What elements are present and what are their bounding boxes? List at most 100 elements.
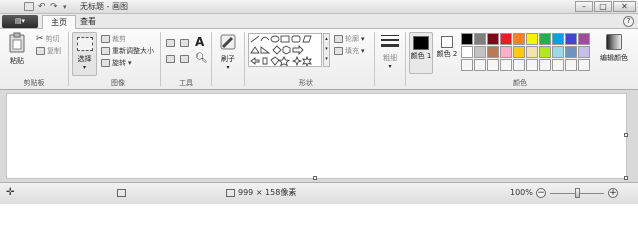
palette-swatch-empty[interactable] bbox=[513, 59, 525, 71]
zoom-in-button[interactable]: + bbox=[608, 188, 618, 198]
add-icon: ✛ bbox=[6, 187, 15, 198]
palette-swatch[interactable] bbox=[487, 46, 499, 58]
palette-swatch-empty[interactable] bbox=[461, 59, 473, 71]
resize-handle-right[interactable] bbox=[624, 133, 628, 137]
ribbon-separator bbox=[68, 32, 69, 86]
palette-swatch-empty[interactable] bbox=[500, 59, 512, 71]
save-icon[interactable] bbox=[24, 2, 34, 11]
palette-swatch-empty[interactable] bbox=[487, 59, 499, 71]
palette-swatch[interactable] bbox=[578, 33, 590, 45]
brushes-button[interactable]: 刷子 ▾ bbox=[215, 32, 241, 71]
palette-swatch-empty[interactable] bbox=[526, 59, 538, 71]
cut-button[interactable]: ✂ 剪切 bbox=[36, 34, 60, 44]
palette-swatch[interactable] bbox=[487, 33, 499, 45]
zoom-out-button[interactable]: − bbox=[536, 188, 546, 198]
resize-button[interactable]: 重新调整大小 bbox=[101, 46, 154, 56]
paste-button[interactable]: 粘贴 bbox=[6, 32, 28, 66]
tools-group-label: 工具 bbox=[179, 79, 193, 87]
tab-view[interactable]: 查看 bbox=[72, 15, 104, 29]
color2-button[interactable]: 颜色 2 bbox=[436, 32, 458, 59]
palette-swatch-empty[interactable] bbox=[539, 59, 551, 71]
resize-icon bbox=[101, 47, 110, 55]
palette-swatch-empty[interactable] bbox=[578, 59, 590, 71]
palette-swatch[interactable] bbox=[513, 33, 525, 45]
select-icon bbox=[76, 37, 93, 51]
palette-swatch[interactable] bbox=[474, 33, 486, 45]
resize-handle-bottom[interactable] bbox=[313, 176, 317, 180]
palette-swatch-empty[interactable] bbox=[565, 59, 577, 71]
drawing-canvas[interactable] bbox=[6, 93, 627, 179]
status-bar: ✛ 999 × 158像素 100% − + bbox=[0, 183, 638, 204]
palette-swatch[interactable] bbox=[578, 46, 590, 58]
edit-colors-button[interactable]: 编辑颜色 bbox=[596, 32, 632, 63]
crop-button[interactable]: 裁剪 bbox=[101, 34, 126, 44]
ribbon-separator bbox=[405, 32, 406, 86]
fill-button[interactable]: 填充 ▾ bbox=[334, 46, 365, 56]
size-button[interactable]: 粗细 ▾ bbox=[378, 33, 402, 70]
paste-icon bbox=[9, 32, 25, 53]
palette-swatch[interactable] bbox=[539, 33, 551, 45]
palette-swatch[interactable] bbox=[500, 46, 512, 58]
zoom-level: 100% bbox=[510, 188, 533, 197]
copy-button[interactable]: 复制 bbox=[36, 46, 61, 56]
palette-swatch[interactable] bbox=[474, 46, 486, 58]
title-bar: ↶ ↷ ▾ 无标题 - 画图 – □ ✕ bbox=[0, 0, 638, 14]
chevron-down-icon: ▾ bbox=[82, 64, 86, 71]
ribbon-tab-bar: ▤▾ 主页 查看 ? bbox=[0, 14, 638, 29]
outline-icon bbox=[334, 35, 343, 43]
copy-label: 复制 bbox=[47, 47, 61, 55]
ribbon-separator bbox=[374, 32, 375, 86]
cut-label: 剪切 bbox=[45, 35, 60, 43]
close-button[interactable]: ✕ bbox=[613, 1, 636, 12]
outline-button[interactable]: 轮廓 ▾ bbox=[334, 34, 365, 44]
eraser-icon[interactable] bbox=[166, 55, 175, 63]
palette-swatch[interactable] bbox=[565, 33, 577, 45]
fill-bucket-icon[interactable] bbox=[180, 39, 189, 47]
palette-swatch[interactable] bbox=[565, 46, 577, 58]
app-menu-button[interactable]: ▤▾ bbox=[2, 15, 38, 28]
palette-swatch[interactable] bbox=[526, 33, 538, 45]
brush-icon bbox=[220, 34, 236, 50]
text-tool-icon[interactable]: A bbox=[195, 35, 204, 49]
shapes-gallery[interactable] bbox=[248, 33, 322, 68]
resize-label: 重新调整大小 bbox=[112, 47, 154, 55]
redo-icon[interactable]: ↷ bbox=[50, 1, 58, 13]
chevron-down-icon: ▾ bbox=[361, 35, 365, 43]
tab-home[interactable]: 主页 bbox=[42, 15, 76, 29]
undo-icon[interactable]: ↶ bbox=[38, 1, 46, 13]
pencil-icon[interactable] bbox=[166, 39, 175, 47]
palette-swatch-empty[interactable] bbox=[474, 59, 486, 71]
ribbon-separator bbox=[244, 32, 245, 86]
palette-swatch[interactable] bbox=[461, 33, 473, 45]
shapes-scroll-icon[interactable]: ▴ ▾ ▾ bbox=[323, 33, 330, 67]
palette-swatch[interactable] bbox=[461, 46, 473, 58]
palette-swatch[interactable] bbox=[552, 46, 564, 58]
quick-access-dropdown-icon[interactable]: ▾ bbox=[63, 1, 67, 13]
help-button[interactable]: ? bbox=[623, 16, 634, 27]
palette-swatch-empty[interactable] bbox=[552, 59, 564, 71]
color2-label: 颜色 2 bbox=[436, 50, 458, 58]
ribbon-separator bbox=[160, 32, 161, 86]
fill-icon bbox=[334, 47, 343, 55]
color-picker-icon[interactable] bbox=[180, 55, 189, 63]
zoom-slider-thumb[interactable] bbox=[575, 188, 580, 198]
maximize-button[interactable]: □ bbox=[594, 1, 612, 12]
palette-swatch[interactable] bbox=[526, 46, 538, 58]
palette-swatch[interactable] bbox=[539, 46, 551, 58]
minimize-button[interactable]: – bbox=[575, 1, 593, 12]
palette-swatch[interactable] bbox=[500, 33, 512, 45]
scissors-icon: ✂ bbox=[36, 34, 44, 44]
rotate-label: 旋转 bbox=[112, 59, 126, 67]
chevron-down-icon: ▾ bbox=[388, 63, 392, 70]
rotate-icon bbox=[101, 59, 110, 67]
palette-swatch[interactable] bbox=[513, 46, 525, 58]
canvas-size-icon bbox=[226, 189, 235, 197]
color1-label: 颜色 1 bbox=[410, 52, 432, 60]
color1-button[interactable]: 颜色 1 bbox=[409, 32, 433, 74]
magnifier-icon[interactable]: 🔍︎ bbox=[195, 53, 208, 64]
copy-icon bbox=[36, 47, 45, 55]
rotate-button[interactable]: 旋转 ▾ bbox=[101, 58, 132, 68]
select-button[interactable]: 选择 ▾ bbox=[72, 32, 97, 76]
palette-swatch[interactable] bbox=[552, 33, 564, 45]
resize-handle-corner[interactable] bbox=[624, 176, 628, 180]
